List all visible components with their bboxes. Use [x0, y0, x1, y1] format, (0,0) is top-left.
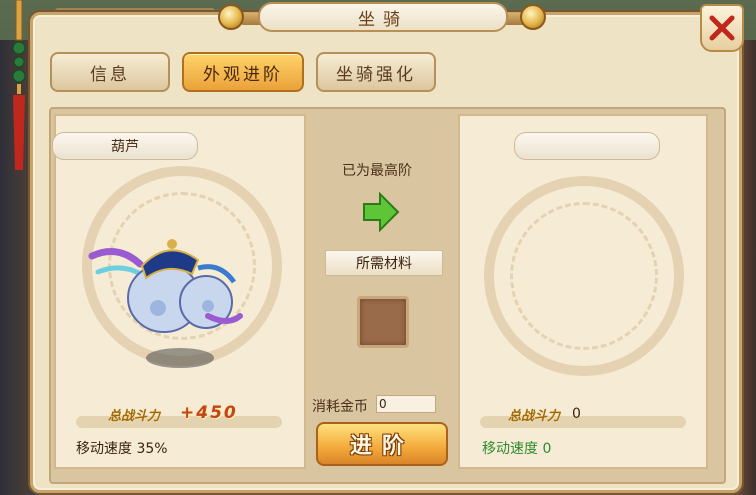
- close-button[interactable]: [700, 4, 744, 52]
- max-stage-text: 已为最高阶: [342, 163, 412, 179]
- gourd-mount-image: [88, 239, 243, 368]
- coin-cost-label: 消耗金币: [312, 399, 368, 415]
- current-power-value: +450: [180, 403, 238, 423]
- title-knob-left-icon: [218, 4, 244, 30]
- arrow-right-icon: [363, 192, 400, 232]
- materials-label: 所需材料: [325, 250, 443, 276]
- window-title: 坐骑: [258, 2, 508, 32]
- next-power-value: 0: [572, 406, 581, 422]
- tab-mount-enhance[interactable]: 坐骑强化: [316, 52, 436, 92]
- coin-cost-field: 0: [376, 395, 436, 413]
- next-speed: 移动速度 0: [482, 441, 552, 457]
- tassel-ornament-icon: [12, 0, 26, 170]
- seal-decoration: [484, 176, 684, 376]
- close-icon: [709, 15, 735, 41]
- power-bar: [76, 416, 282, 428]
- tab-info[interactable]: 信息: [50, 52, 170, 92]
- current-speed: 移动速度 35%: [76, 441, 168, 457]
- next-power-label: 总战斗力: [508, 409, 561, 424]
- current-mount-name: 葫芦: [52, 132, 198, 160]
- next-mount-name: [514, 132, 660, 160]
- advance-button[interactable]: 进阶: [316, 422, 448, 466]
- tab-appearance-advance[interactable]: 外观进阶: [182, 52, 304, 92]
- title-bar: 坐骑: [218, 0, 548, 36]
- title-knob-right-icon: [520, 4, 546, 30]
- current-power-label: 总战斗力: [108, 409, 161, 424]
- material-slot[interactable]: [357, 296, 409, 348]
